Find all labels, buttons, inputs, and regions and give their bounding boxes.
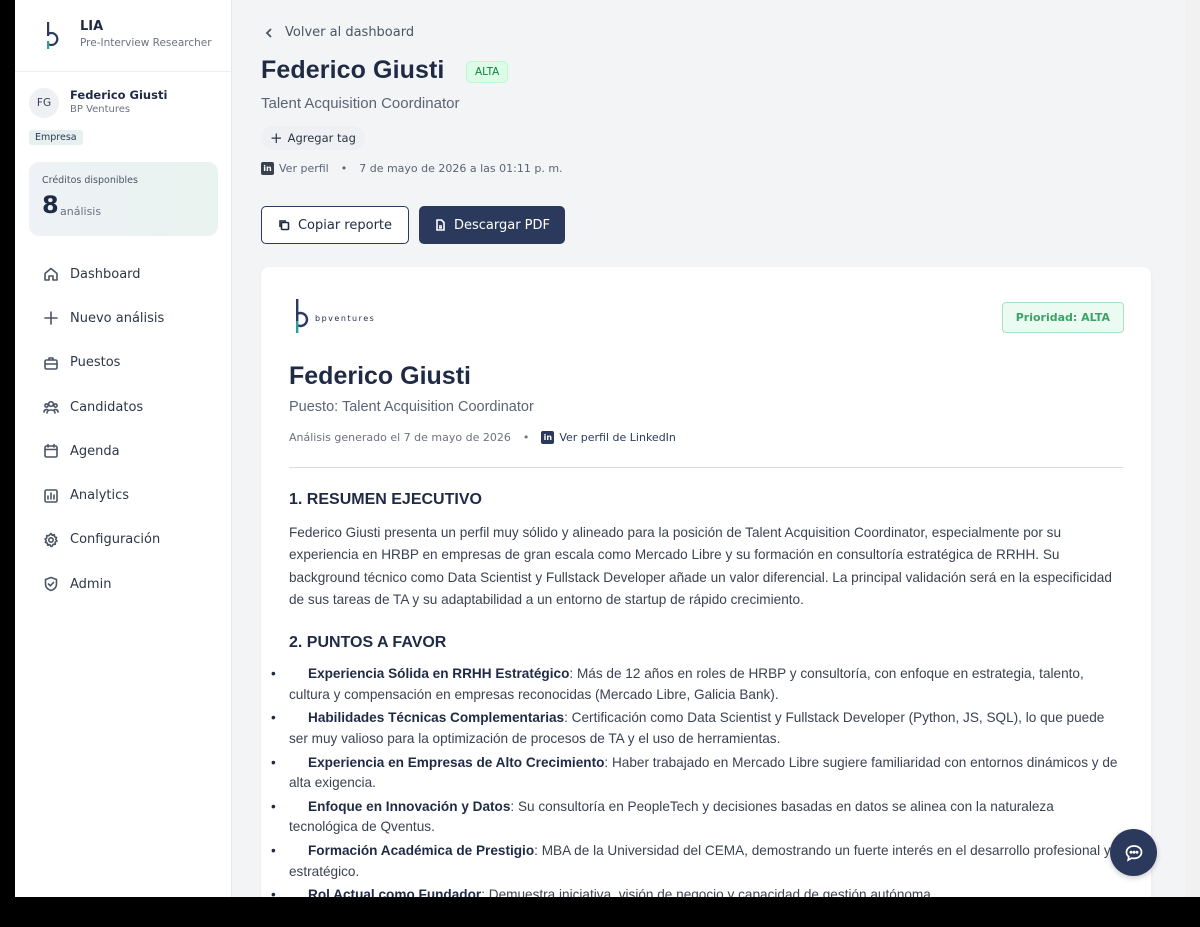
avatar[interactable]: FG: [29, 88, 59, 118]
sidebar-item-nuevo-analisis[interactable]: Nuevo análisis: [15, 296, 231, 340]
sidebar-item-configuracion[interactable]: Configuración: [15, 518, 231, 562]
executive-summary: Federico Giusti presenta un perfil muy s…: [289, 525, 1112, 607]
copy-report-label: Copiar reporte: [297, 217, 393, 233]
logo-wordmark: bpventures: [315, 314, 376, 323]
bp-logo-mark: [296, 299, 309, 333]
generated-date: Análisis generado el 7 de mayo de 2026: [289, 431, 511, 444]
credits-card: Créditos disponibles 8 análisis: [29, 162, 218, 236]
sidebar: LIA Pre-Interview Researcher FG Federico…: [15, 0, 232, 897]
sidebar-item-label: Candidatos: [70, 399, 144, 415]
bp-ventures-logo: bpventures: [293, 298, 375, 334]
gear-icon: [44, 532, 58, 548]
linkedin-profile-link[interactable]: Ver perfil de LinkedIn: [559, 431, 676, 444]
sidebar-item-candidatos[interactable]: Candidatos: [15, 385, 231, 429]
user-company: BP Ventures: [70, 104, 131, 115]
list-item: Rol Actual como Fundador: Demuestra inic…: [271, 885, 1125, 897]
report-meta: Análisis generado el 7 de mayo de 2026 •…: [289, 431, 676, 444]
main-content: Volver al dashboard Federico Giusti ALTA…: [232, 0, 1185, 897]
app-subtitle: Pre-Interview Researcher: [80, 37, 212, 49]
strength-title: Experiencia en Empresas de Alto Crecimie…: [308, 754, 605, 770]
strength-title: Enfoque en Innovación y Datos: [308, 798, 511, 814]
list-item: Enfoque en Innovación y Datos: Su consul…: [271, 797, 1125, 838]
separator-dot: •: [522, 431, 530, 444]
analysis-date: 7 de mayo de 2026 a las 01:11 p. m.: [359, 162, 563, 175]
page-title: Federico Giusti: [261, 56, 445, 84]
section-title-summary: 1. RESUMEN EJECUTIVO: [289, 491, 482, 508]
credits-label: Créditos disponibles: [42, 175, 138, 186]
user-name: Federico Giusti: [70, 88, 168, 102]
app-name: LIA: [80, 19, 104, 34]
chat-button[interactable]: [1110, 829, 1157, 876]
lia-logo: [47, 22, 59, 49]
sidebar-item-agenda[interactable]: Agenda: [15, 429, 231, 473]
sidebar-item-admin[interactable]: Admin: [15, 562, 231, 606]
chevron-left-icon: [265, 27, 272, 38]
calendar-icon: [44, 444, 58, 459]
sidebar-item-dashboard[interactable]: Dashboard: [15, 252, 231, 296]
linkedin-icon: in: [261, 162, 274, 175]
strength-title: Habilidades Técnicas Complementarias: [308, 710, 565, 726]
strength-title: Experiencia Sólida en RRHH Estratégico: [308, 666, 570, 681]
report-priority-badge: Prioridad: ALTA: [1001, 302, 1124, 333]
back-link-label: Volver al dashboard: [285, 25, 415, 40]
add-tag-button[interactable]: + Agregar tag: [261, 126, 365, 150]
report-role: Puesto: Talent Acquisition Coordinator: [289, 399, 534, 415]
sidebar-item-label: Analytics: [70, 488, 130, 504]
list-item: Formación Académica de Prestigio: MBA de…: [271, 841, 1125, 882]
scrollbar-track[interactable]: [1185, 0, 1200, 897]
sidebar-item-label: Puestos: [70, 355, 121, 371]
sidebar-item-label: Nuevo análisis: [70, 310, 165, 326]
strength-title: Rol Actual como Fundador: [308, 887, 482, 897]
list-item: Habilidades Técnicas Complementarias: Ce…: [271, 708, 1125, 749]
sidebar-item-analytics[interactable]: Analytics: [15, 473, 231, 517]
copy-icon: [279, 220, 290, 231]
sidebar-item-label: Admin: [70, 576, 112, 592]
brand-header: LIA Pre-Interview Researcher: [15, 0, 231, 72]
copy-report-button[interactable]: Copiar reporte: [261, 206, 409, 244]
file-icon: [436, 219, 445, 231]
shield-icon: [44, 576, 58, 592]
plus-icon: +: [270, 129, 283, 147]
bar-chart-icon: [44, 488, 58, 503]
section-title-strengths: 2. PUNTOS A FAVOR: [289, 634, 447, 651]
separator-dot: •: [340, 162, 348, 175]
sidebar-item-label: Agenda: [70, 443, 120, 459]
view-profile-link[interactable]: Ver perfil: [279, 162, 329, 175]
sidebar-item-label: Configuración: [70, 532, 161, 548]
account-type-badge: Empresa: [29, 130, 83, 145]
list-item: Experiencia Sólida en RRHH Estratégico: …: [271, 664, 1125, 705]
sidebar-item-label: Dashboard: [70, 266, 141, 282]
list-item: Experiencia en Empresas de Alto Crecimie…: [271, 753, 1125, 794]
briefcase-icon: [44, 356, 58, 370]
profile-meta: in Ver perfil • 7 de mayo de 2026 a las …: [261, 162, 563, 175]
sidebar-nav: Dashboard Nuevo análisis Puestos Candida…: [15, 252, 231, 606]
home-icon: [44, 267, 58, 281]
divider: [289, 467, 1123, 468]
app-window: LIA Pre-Interview Researcher FG Federico…: [15, 0, 1185, 897]
download-pdf-label: Descargar PDF: [453, 217, 551, 233]
add-tag-label: Agregar tag: [287, 131, 356, 145]
strengths-list: Experiencia Sólida en RRHH Estratégico : …: [271, 664, 1125, 897]
credits-unit: análisis: [60, 205, 102, 218]
priority-badge: ALTA: [466, 61, 509, 83]
strength-text: : Demuestra iniciativa, visión de negoci…: [481, 887, 935, 897]
back-to-dashboard-link[interactable]: Volver al dashboard: [263, 25, 414, 40]
report-card: bpventures Prioridad: ALTA Federico Gius…: [261, 267, 1151, 897]
candidate-role: Talent Acquisition Coordinator: [261, 95, 460, 112]
strength-title: Formación Académica de Prestigio: [308, 843, 535, 859]
plus-icon: [44, 311, 58, 326]
users-icon: [43, 400, 59, 414]
report-candidate-name: Federico Giusti: [289, 362, 471, 390]
credits-count: 8: [42, 191, 59, 219]
sidebar-item-puestos[interactable]: Puestos: [15, 341, 231, 385]
linkedin-icon: in: [541, 431, 555, 444]
download-pdf-button[interactable]: Descargar PDF: [419, 206, 565, 244]
chat-icon: [1125, 844, 1142, 862]
